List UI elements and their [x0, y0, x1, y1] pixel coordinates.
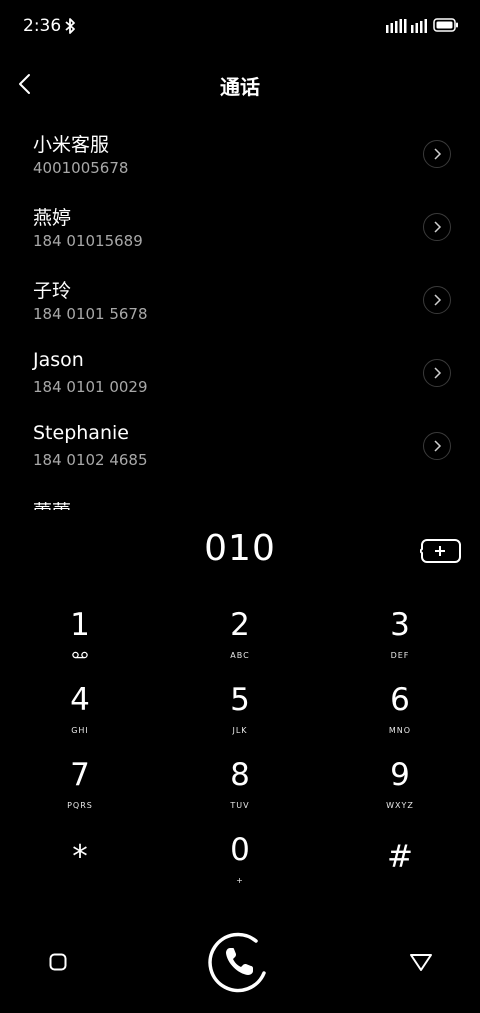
- bluetooth-icon: [65, 18, 75, 34]
- contact-name: 子玲: [33, 280, 72, 302]
- contact-row[interactable]: 小米客服 4001005678: [0, 118, 480, 188]
- chevron-right-icon: [434, 221, 442, 233]
- keypad: 1 2 ABC 3 DEF 4 GHI 5 JLK 6 MNO 7 PQRS 8…: [0, 606, 480, 906]
- signal-icon: [386, 19, 407, 33]
- key-letters: PQRS: [67, 801, 93, 810]
- battery-icon: [433, 18, 458, 32]
- contact-row[interactable]: Jason 184 0101 0029: [0, 337, 480, 407]
- contact-row[interactable]: 子玲 184 0101 5678: [0, 264, 480, 334]
- contact-number: 184 01015689: [33, 232, 143, 250]
- key-digit: *: [72, 839, 88, 875]
- key-digit: #: [387, 839, 413, 875]
- contact-name: 蕾蕾: [33, 497, 71, 510]
- key-letters: DEF: [390, 651, 410, 660]
- status-time: 2:36: [23, 16, 62, 36]
- contact-detail-button[interactable]: [423, 286, 451, 314]
- square-icon[interactable]: [49, 953, 67, 971]
- key-7[interactable]: 7 PQRS: [20, 756, 140, 826]
- contact-detail-button[interactable]: [423, 213, 451, 241]
- key-hash[interactable]: #: [340, 838, 460, 908]
- chevron-right-icon: [434, 294, 442, 306]
- contact-number: 4001005678: [33, 159, 129, 177]
- contact-number: 184 0101 5678: [33, 305, 148, 323]
- chevron-right-icon: [434, 440, 442, 452]
- voicemail-icon: [72, 651, 88, 659]
- dial-display: 010: [0, 520, 480, 580]
- key-letters: +: [236, 876, 244, 885]
- key-9[interactable]: 9 WXYZ: [340, 756, 460, 826]
- bottom-bar: [0, 925, 480, 1000]
- contact-row[interactable]: 蕾蕾: [0, 485, 480, 510]
- key-2[interactable]: 2 ABC: [180, 606, 300, 676]
- status-bar: 2:36: [0, 0, 480, 52]
- key-digit: 4: [70, 682, 90, 718]
- contact-list[interactable]: 小米客服 4001005678 燕婷 184 01015689 子玲 184 0…: [0, 118, 480, 510]
- key-digit: 8: [230, 757, 250, 793]
- key-digit: 2: [230, 607, 250, 643]
- contact-detail-button[interactable]: [423, 140, 451, 168]
- key-digit: 1: [70, 607, 90, 643]
- key-1[interactable]: 1: [20, 606, 140, 676]
- key-3[interactable]: 3 DEF: [340, 606, 460, 676]
- header: 通话: [0, 60, 480, 108]
- contact-name: Stephanie: [33, 422, 129, 444]
- contact-detail-button[interactable]: [423, 432, 451, 460]
- key-star[interactable]: *: [20, 838, 140, 908]
- contact-name: 燕婷: [33, 207, 72, 229]
- page-title: 通话: [220, 75, 260, 99]
- signal-icon: [411, 19, 427, 33]
- contact-number: 184 0101 0029: [33, 378, 148, 396]
- key-digit: 5: [230, 682, 250, 718]
- contact-name: 小米客服: [33, 134, 110, 156]
- key-digit: 3: [390, 607, 410, 643]
- chevron-right-icon: [434, 148, 442, 160]
- chevron-right-icon: [434, 367, 442, 379]
- add-contact-icon[interactable]: [420, 538, 462, 564]
- contact-row[interactable]: Stephanie 184 0102 4685: [0, 410, 480, 480]
- key-0[interactable]: 0 +: [180, 831, 300, 901]
- key-letters: ABC: [230, 651, 250, 660]
- key-letters: TUV: [230, 801, 250, 810]
- key-digit: 6: [390, 682, 410, 718]
- phone-call-icon[interactable]: [208, 929, 272, 993]
- dial-input[interactable]: 010: [0, 528, 480, 569]
- key-letters: JLK: [232, 726, 248, 735]
- key-digit: 0: [230, 832, 250, 868]
- contact-name: Jason: [33, 349, 84, 371]
- contact-number: 184 0102 4685: [33, 451, 148, 469]
- triangle-down-icon[interactable]: [408, 951, 434, 973]
- contact-row[interactable]: 燕婷 184 01015689: [0, 191, 480, 261]
- key-4[interactable]: 4 GHI: [20, 681, 140, 751]
- key-8[interactable]: 8 TUV: [180, 756, 300, 826]
- key-5[interactable]: 5 JLK: [180, 681, 300, 751]
- key-letters: GHI: [71, 726, 89, 735]
- key-letters: MNO: [388, 726, 412, 735]
- key-digit: 7: [70, 757, 90, 793]
- key-6[interactable]: 6 MNO: [340, 681, 460, 751]
- key-digit: 9: [390, 757, 410, 793]
- key-letters: WXYZ: [386, 801, 414, 810]
- contact-detail-button[interactable]: [423, 359, 451, 387]
